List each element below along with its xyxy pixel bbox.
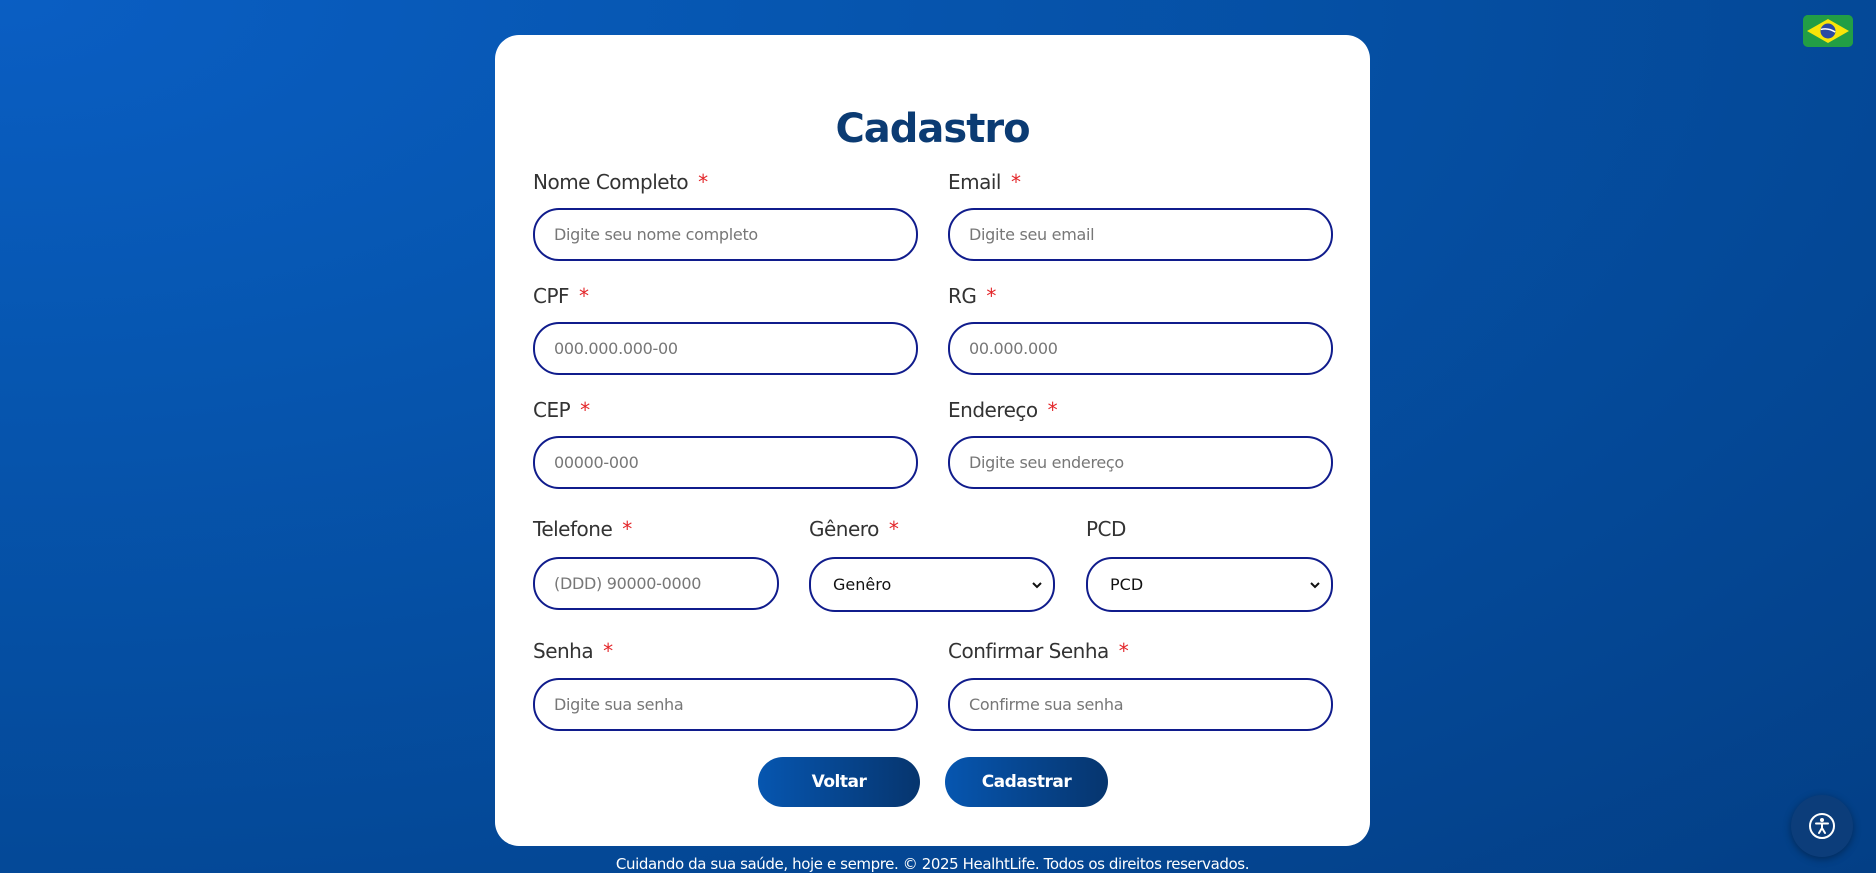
- required-mark: *: [1011, 170, 1021, 194]
- label-text: Endereço: [948, 398, 1038, 422]
- label-text: Telefone: [533, 517, 613, 541]
- label-text: PCD: [1086, 517, 1126, 541]
- label-telefone: Telefone *: [533, 517, 632, 541]
- genero-selected-value: Genêro: [833, 575, 892, 594]
- label-cpf: CPF *: [533, 284, 589, 308]
- rg-input[interactable]: [948, 322, 1333, 375]
- label-text: Gênero: [809, 517, 879, 541]
- back-button[interactable]: Voltar: [758, 757, 920, 807]
- label-genero: Gênero *: [809, 517, 899, 541]
- genero-select[interactable]: Genêro: [809, 557, 1055, 612]
- nome-input[interactable]: [533, 208, 918, 261]
- chevron-down-icon: [1032, 581, 1042, 588]
- required-mark: *: [986, 284, 996, 308]
- senha-input[interactable]: [533, 678, 918, 731]
- required-mark: *: [603, 639, 613, 663]
- label-text: RG: [948, 284, 977, 308]
- brazil-flag-icon[interactable]: [1803, 15, 1853, 47]
- label-endereco: Endereço *: [948, 398, 1058, 422]
- confirmar-senha-input[interactable]: [948, 678, 1333, 731]
- label-text: Confirmar Senha: [948, 639, 1109, 663]
- telefone-input[interactable]: [533, 557, 779, 610]
- required-mark: *: [1047, 398, 1058, 422]
- label-text: Senha: [533, 639, 594, 663]
- required-mark: *: [580, 398, 590, 422]
- label-email: Email *: [948, 170, 1021, 194]
- footer-text: Cuidando da sua saúde, hoje e sempre. © …: [615, 855, 1250, 873]
- endereco-input[interactable]: [948, 436, 1333, 489]
- label-pcd: PCD: [1086, 517, 1126, 541]
- label-confirmar-senha: Confirmar Senha *: [948, 639, 1129, 663]
- required-mark: *: [622, 517, 632, 541]
- chevron-down-icon: [1310, 581, 1320, 588]
- label-rg: RG *: [948, 284, 996, 308]
- email-input[interactable]: [948, 208, 1333, 261]
- pcd-select[interactable]: PCD: [1086, 557, 1333, 612]
- label-text: CEP: [533, 398, 571, 422]
- accessibility-button[interactable]: [1791, 795, 1853, 857]
- required-mark: *: [698, 170, 708, 194]
- label-text: Nome Completo: [533, 170, 689, 194]
- label-text: CPF: [533, 284, 570, 308]
- label-cep: CEP *: [533, 398, 590, 422]
- required-mark: *: [888, 517, 899, 541]
- page-title: Cadastro: [835, 106, 1030, 152]
- required-mark: *: [579, 284, 589, 308]
- accessibility-icon: [1809, 813, 1835, 839]
- label-nome: Nome Completo *: [533, 170, 708, 194]
- cep-input[interactable]: [533, 436, 918, 489]
- label-senha: Senha *: [533, 639, 613, 663]
- registration-card: Cadastro Nome Completo* Email* CPF* RG* …: [495, 35, 1370, 846]
- cpf-input[interactable]: [533, 322, 918, 375]
- submit-button[interactable]: Cadastrar: [945, 757, 1108, 807]
- pcd-selected-value: PCD: [1110, 575, 1144, 594]
- label-text: Email: [948, 170, 1002, 194]
- required-mark: *: [1118, 639, 1129, 663]
